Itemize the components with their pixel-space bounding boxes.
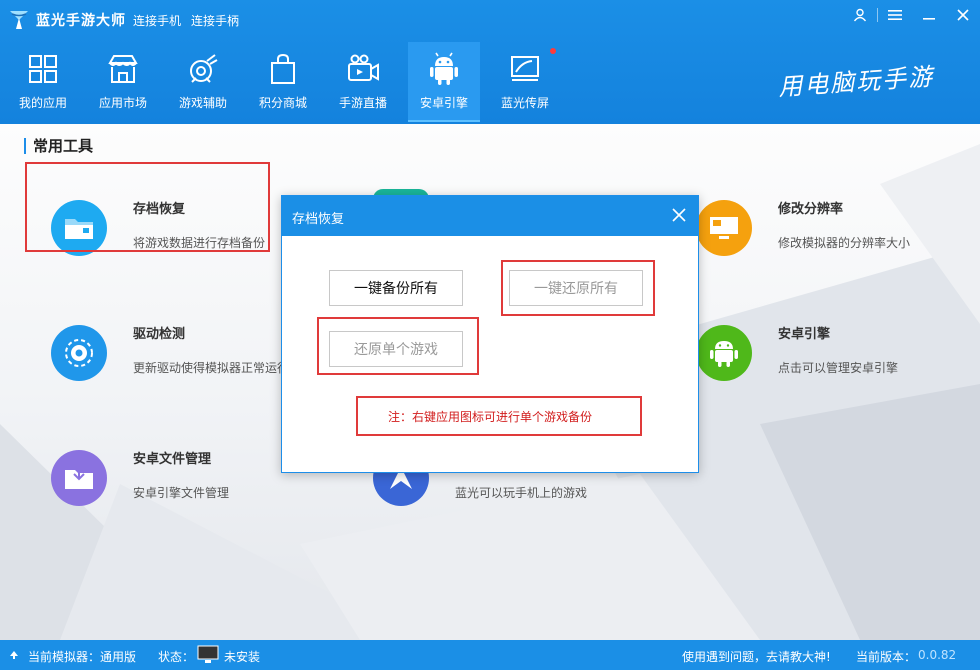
- app-logo-icon: [10, 11, 28, 29]
- store-icon: [108, 55, 138, 83]
- nav-label: 应用市场: [98, 96, 147, 110]
- tool-name: 安卓引擎: [778, 327, 831, 342]
- highlight-box: [317, 317, 479, 375]
- nav-screen-cast[interactable]: 蓝光传屏: [489, 42, 561, 122]
- tool-resolution[interactable]: 修改分辨率 修改模拟器的分辨率大小: [670, 190, 970, 260]
- tool-android-engine[interactable]: 安卓引擎 点击可以管理安卓引擎: [670, 315, 970, 385]
- dialog-note: 注：右键应用图标可进行单个游戏备份: [387, 410, 592, 424]
- video-camera-icon: [348, 54, 379, 81]
- section-title: 常用工具: [24, 138, 93, 154]
- dialog-title: 存档恢复: [292, 212, 345, 227]
- shopping-bag-icon: [271, 53, 295, 84]
- nav-label: 蓝光传屏: [500, 96, 549, 110]
- help-link[interactable]: 使用遇到问题，去请教大神!: [682, 648, 831, 665]
- game-assist-icon: [190, 54, 218, 83]
- nav-game-assist[interactable]: 游戏辅助: [167, 42, 239, 122]
- current-simulator: 当前模拟器：通用版: [28, 650, 137, 664]
- nav-label: 游戏辅助: [178, 96, 227, 110]
- android-icon: [696, 325, 752, 381]
- nav-label: 我的应用: [18, 96, 67, 110]
- nav-android-engine[interactable]: 安卓引擎: [408, 42, 480, 122]
- highlight-box: [501, 260, 655, 316]
- monitor-icon: [696, 200, 752, 256]
- file-manager-icon: [51, 450, 107, 506]
- save-restore-dialog: 存档恢复 一键备份所有 一键还原所有 还原单个游戏 注：右键应用图标可进行单个游…: [281, 195, 699, 473]
- tool-desc: 更新驱动使得模拟器正常运行: [133, 361, 290, 375]
- tool-name: 安卓文件管理: [133, 452, 212, 467]
- slogan: 用电脑玩手游: [777, 62, 935, 102]
- nav-label: 手游直播: [338, 96, 387, 110]
- app-title: 蓝光手游大师: [36, 13, 126, 29]
- backup-all-button[interactable]: 一键备份所有: [329, 270, 463, 306]
- tool-desc: 修改模拟器的分辨率大小: [778, 236, 911, 250]
- tool-desc: 安卓引擎文件管理: [133, 486, 230, 500]
- arrow-up-icon: [10, 651, 18, 659]
- android-icon: [430, 52, 458, 85]
- gear-icon: [51, 325, 107, 381]
- tool-android-file-manager[interactable]: 安卓文件管理 安卓引擎文件管理: [25, 440, 325, 510]
- window-controls: [843, 0, 980, 30]
- close-icon[interactable]: [668, 204, 690, 226]
- monitor-icon: [197, 645, 219, 663]
- menu-icon[interactable]: [878, 0, 912, 30]
- nav-live-stream[interactable]: 手游直播: [327, 42, 399, 122]
- highlight-box: [25, 162, 270, 252]
- tool-name: 驱动检测: [133, 327, 186, 342]
- minimize-icon[interactable]: [912, 0, 946, 30]
- main-nav: 我的应用 应用市场 游戏辅助 积分商城 手游直播 安卓引擎 蓝光传屏: [0, 42, 560, 122]
- grid-icon: [29, 55, 57, 83]
- state-value: 未安装: [224, 650, 261, 664]
- connect-gamepad-link[interactable]: 连接手柄: [191, 12, 239, 29]
- nav-points-mall[interactable]: 积分商城: [247, 42, 319, 122]
- tool-desc: 点击可以管理安卓引擎: [778, 361, 899, 375]
- status-bar: 当前模拟器：通用版 状态： 未安装 使用遇到问题，去请教大神! 当前版本： 0.…: [0, 640, 980, 670]
- notification-dot: [550, 48, 556, 54]
- nav-app-market[interactable]: 应用市场: [87, 42, 159, 122]
- nav-my-apps[interactable]: 我的应用: [7, 42, 79, 122]
- version-number: 0.0.82: [918, 648, 957, 662]
- nav-label: 积分商城: [258, 96, 307, 110]
- connect-phone-link[interactable]: 连接手机: [133, 12, 181, 29]
- tool-desc: 蓝光可以玩手机上的游戏: [455, 486, 588, 500]
- tool-name: 修改分辨率: [778, 202, 844, 217]
- nav-label: 安卓引擎: [419, 96, 468, 110]
- title-bar: 蓝光手游大师 连接手机 连接手柄 我的应用 应用市场 游戏辅助 积分商城 手游直…: [0, 0, 980, 124]
- user-icon[interactable]: [843, 0, 877, 30]
- screen-cast-icon: [511, 56, 539, 81]
- tool-driver-check[interactable]: 驱动检测 更新驱动使得模拟器正常运行: [25, 315, 325, 385]
- close-icon[interactable]: [946, 0, 980, 30]
- version-label: 当前版本：: [856, 650, 917, 664]
- dialog-header: 存档恢复: [282, 196, 698, 236]
- state-label: 状态：: [158, 650, 195, 664]
